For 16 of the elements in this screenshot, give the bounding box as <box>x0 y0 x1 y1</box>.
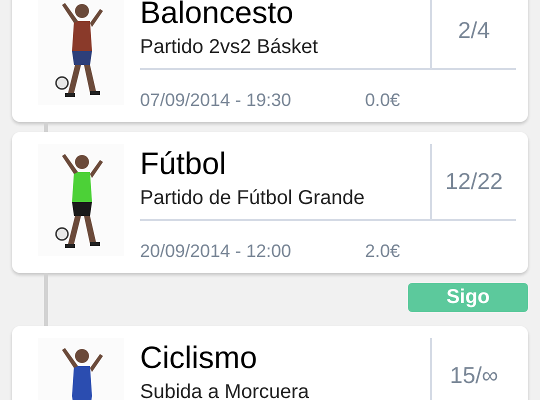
participant-count: 2/4 <box>458 16 490 46</box>
event-card[interactable]: Baloncesto Partido 2vs2 Básket 2/4 07/09/2014 - 19:30 0.0€ <box>12 0 528 122</box>
participant-count: 12/22 <box>445 167 503 196</box>
event-subtitle: Partido 2vs2 Básket <box>140 35 319 60</box>
event-title: Fútbol <box>140 145 228 183</box>
event-date: 20/09/2014 - 12:00 <box>140 240 292 263</box>
event-card[interactable]: Fútbol Partido de Fútbol Grande 12/22 20/09/2014 - 12:00 2.0€ <box>12 132 528 273</box>
event-card[interactable]: Ciclismo Subida a Morcuera 15/∞ <box>12 326 528 400</box>
event-date: 07/09/2014 - 19:30 <box>140 89 292 112</box>
participant-count: 15/∞ <box>450 361 498 390</box>
event-subtitle: Subida a Morcuera <box>140 380 310 400</box>
event-price: 0.0€ <box>365 89 400 112</box>
event-price: 2.0€ <box>365 240 400 263</box>
event-subtitle: Partido de Fútbol Grande <box>140 186 366 211</box>
event-title: Ciclismo <box>140 339 258 377</box>
event-title: Baloncesto <box>140 0 294 32</box>
